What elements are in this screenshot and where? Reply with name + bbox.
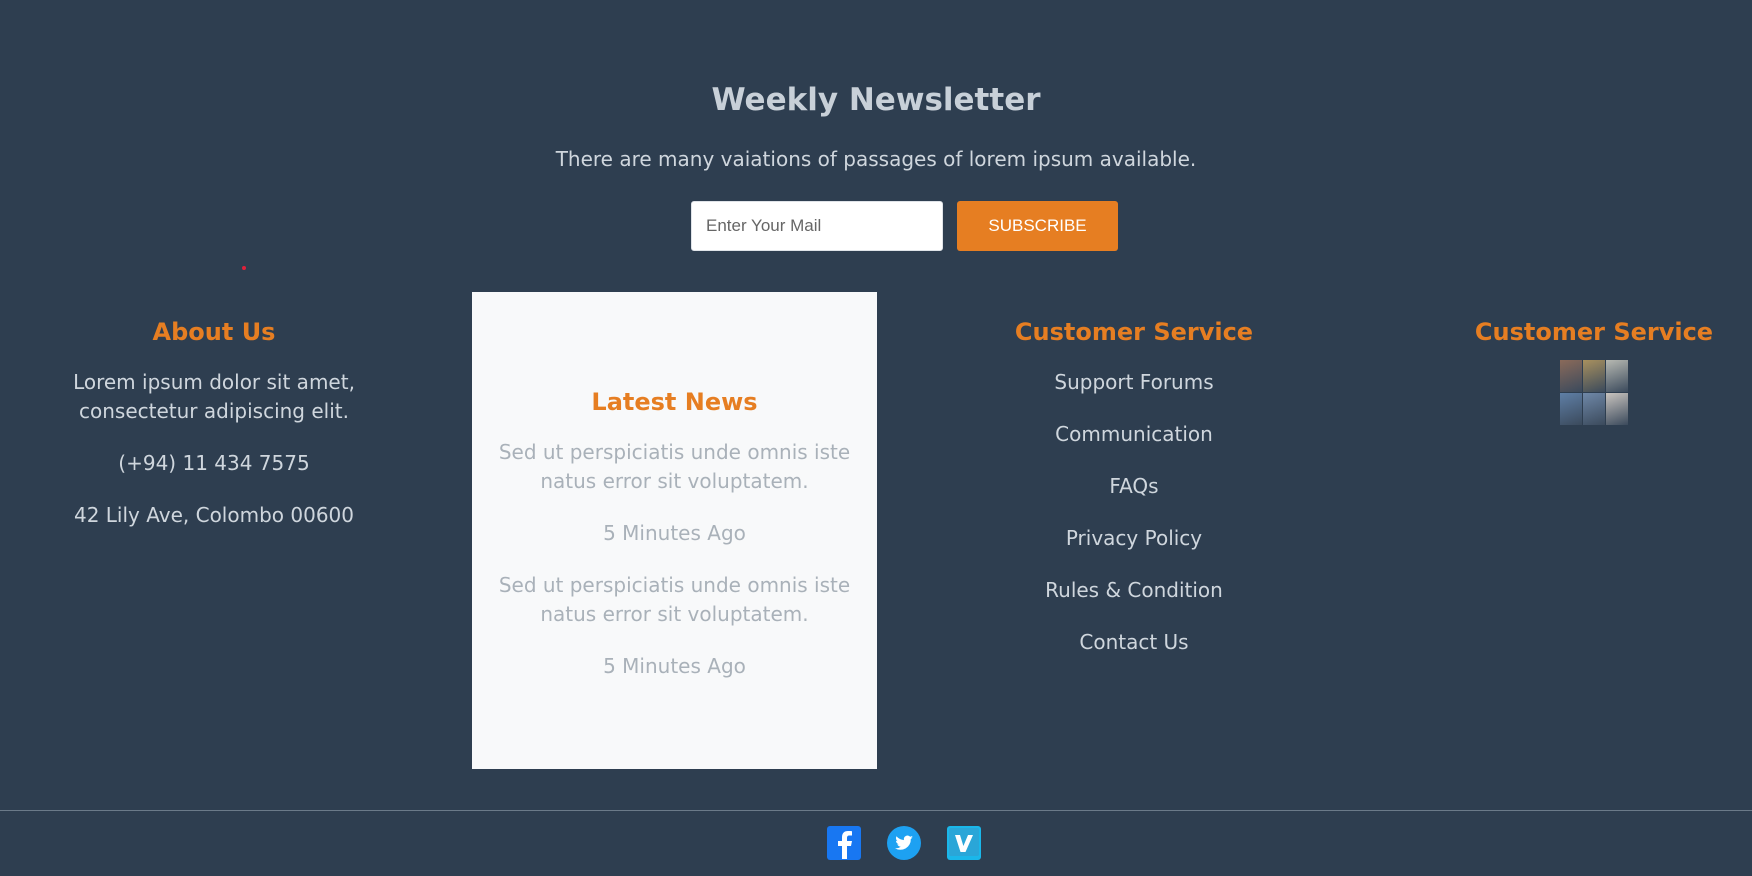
social-bar	[0, 825, 1752, 861]
subscribe-button[interactable]: SUBSCRIBE	[957, 201, 1118, 251]
latest-news-panel: Latest News Sed ut perspiciatis unde omn…	[472, 292, 877, 769]
vimeo-icon[interactable]	[946, 825, 982, 861]
gallery-thumbnail[interactable]	[1583, 360, 1605, 392]
link-privacy-policy[interactable]: Privacy Policy	[956, 524, 1312, 553]
newsletter-form: SUBSCRIBE	[691, 201, 1118, 251]
newsletter-section: Weekly Newsletter There are many vaiatio…	[0, 0, 1752, 260]
link-support-forums[interactable]: Support Forums	[956, 368, 1312, 397]
customer-service-column: Customer Service Support Forums Communic…	[956, 318, 1312, 680]
news-title: Latest News	[591, 388, 758, 416]
gallery-thumbnail[interactable]	[1560, 360, 1582, 392]
gallery-thumbnail[interactable]	[1560, 393, 1582, 425]
newsletter-title: Weekly Newsletter	[711, 82, 1041, 118]
service-title: Customer Service	[1014, 318, 1254, 346]
gallery-title: Customer Service	[1474, 318, 1714, 346]
link-contact-us[interactable]: Contact Us	[956, 628, 1312, 657]
gallery-column: Customer Service	[1448, 318, 1740, 425]
decorative-dot	[242, 266, 246, 270]
thumbnail-grid	[1560, 360, 1628, 425]
facebook-icon[interactable]	[826, 825, 862, 861]
about-column: About Us Lorem ipsum dolor sit amet, con…	[0, 318, 428, 553]
gallery-thumbnail[interactable]	[1583, 393, 1605, 425]
about-title: About Us	[152, 318, 276, 346]
gallery-thumbnail[interactable]	[1606, 393, 1628, 425]
gallery-thumbnail[interactable]	[1606, 360, 1628, 392]
news-item-text: Sed ut perspiciatis unde omnis iste natu…	[498, 440, 851, 493]
link-rules-condition[interactable]: Rules & Condition	[956, 576, 1312, 605]
link-faqs[interactable]: FAQs	[956, 472, 1312, 501]
news-item-time: 5 Minutes Ago	[603, 654, 746, 678]
about-description: Lorem ipsum dolor sit amet, consectetur …	[73, 370, 355, 423]
link-communication[interactable]: Communication	[956, 420, 1312, 449]
newsletter-subtitle: There are many vaiations of passages of …	[555, 147, 1197, 171]
news-item-text: Sed ut perspiciatis unde omnis iste natu…	[498, 573, 851, 626]
about-phone: (+94) 11 434 7575	[118, 451, 310, 475]
news-item-time: 5 Minutes Ago	[603, 521, 746, 545]
email-input[interactable]	[691, 201, 943, 251]
about-address: 42 Lily Ave, Colombo 00600	[73, 503, 354, 527]
footer-divider	[0, 810, 1752, 811]
twitter-icon[interactable]	[886, 825, 922, 861]
